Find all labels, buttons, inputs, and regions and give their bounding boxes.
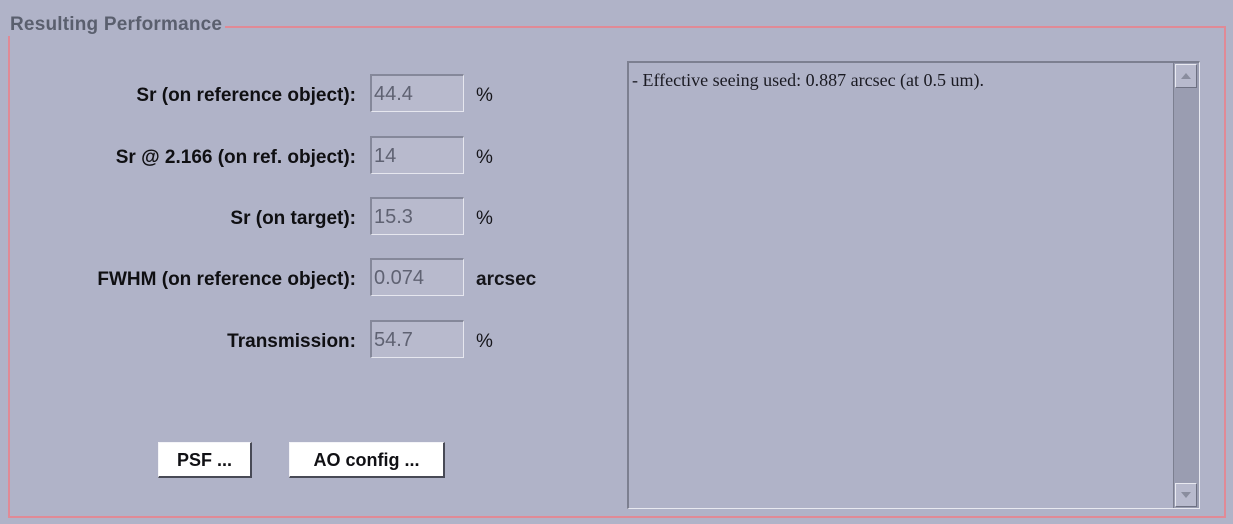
ao-config-button[interactable]: AO config ... [289,442,445,478]
sr-reference-field[interactable]: 44.4 [370,74,464,112]
panel-title: Resulting Performance [8,14,226,36]
psf-button[interactable]: PSF ... [158,442,252,478]
scroll-up-arrow-icon [1181,73,1191,79]
sr-target-unit: % [476,208,493,229]
scroll-down-button[interactable] [1175,483,1197,507]
scroll-up-button[interactable] [1175,64,1197,88]
output-text-area[interactable]: - Effective seeing used: 0.887 arcsec (a… [627,61,1200,509]
vertical-scrollbar[interactable] [1173,63,1199,508]
fwhm-unit: arcsec [476,269,537,290]
sr-2166-label: Sr @ 2.166 (on ref. object): [115,147,356,168]
fwhm-label: FWHM (on reference object): [97,269,356,290]
fwhm-field[interactable]: 0.074 [370,258,464,296]
sr-target-field[interactable]: 15.3 [370,197,464,235]
transmission-unit: % [476,331,493,352]
scroll-down-arrow-icon [1181,492,1191,498]
sr-2166-unit: % [476,147,493,168]
sr-2166-field[interactable]: 14 [370,136,464,174]
sr-reference-unit: % [476,85,493,106]
sr-target-label: Sr (on target): [230,208,356,229]
transmission-field[interactable]: 54.7 [370,320,464,358]
sr-reference-label: Sr (on reference object): [136,85,356,106]
output-text: - Effective seeing used: 0.887 arcsec (a… [632,70,985,90]
transmission-label: Transmission: [227,331,356,352]
